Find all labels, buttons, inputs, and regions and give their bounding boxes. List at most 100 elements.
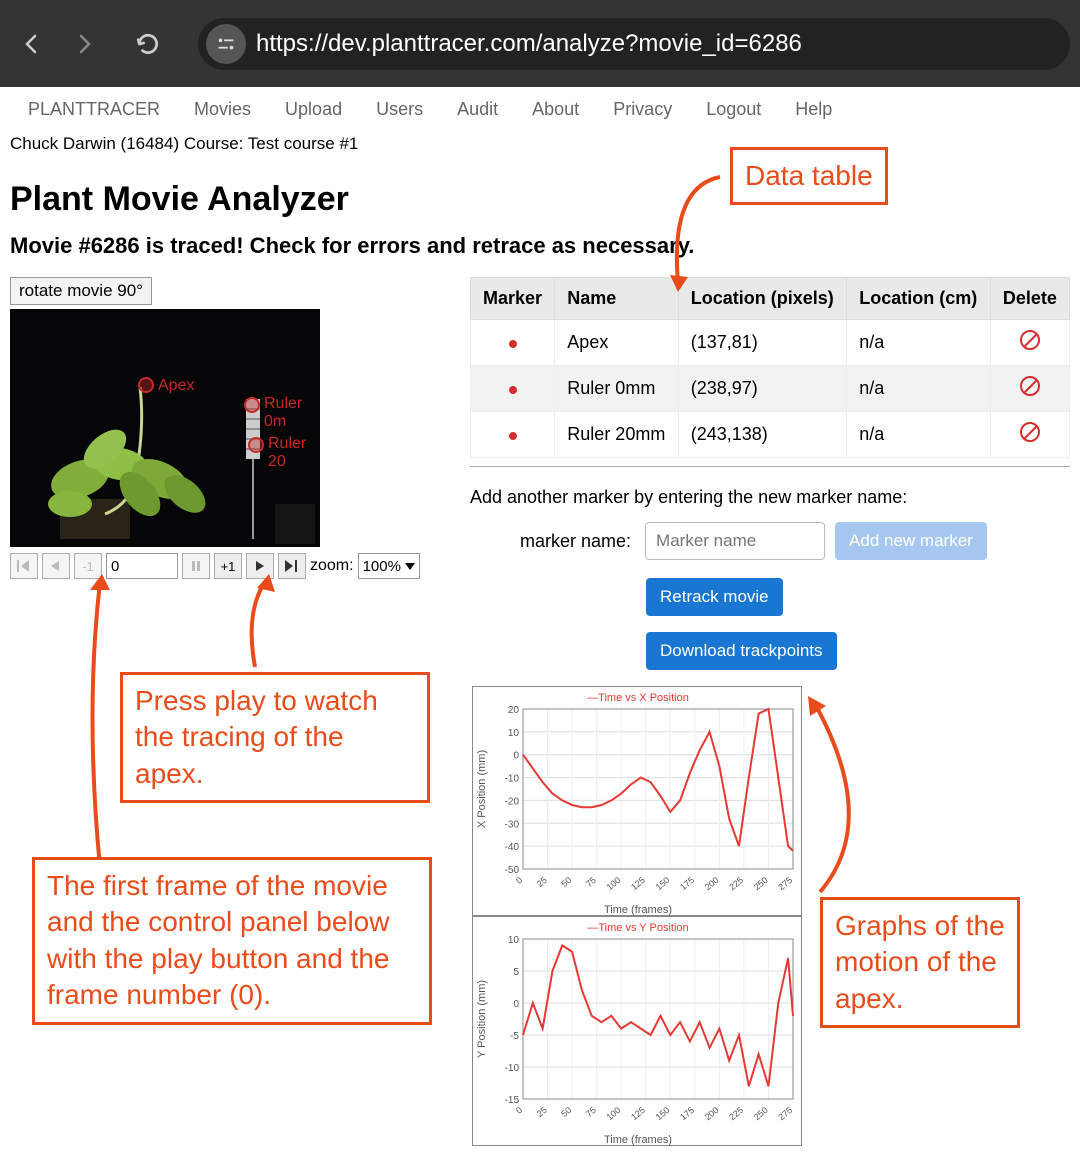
cell-name: Apex bbox=[555, 320, 678, 366]
svg-text:-30: -30 bbox=[505, 819, 520, 830]
nav-privacy[interactable]: Privacy bbox=[613, 99, 672, 120]
chart-x-position: -50-40-30-20-100102002550751001251501752… bbox=[472, 686, 802, 916]
goto-start-button[interactable] bbox=[10, 553, 38, 579]
annotation-play: Press play to watch the tracing of the a… bbox=[120, 672, 430, 803]
svg-text:X Position (mm): X Position (mm) bbox=[476, 750, 488, 828]
svg-text:25: 25 bbox=[535, 875, 549, 889]
svg-text:-10: -10 bbox=[505, 774, 520, 785]
chart-y-position: -15-10-505100255075100125150175200225250… bbox=[472, 916, 802, 1146]
url-text: https://dev.planttracer.com/analyze?movi… bbox=[256, 30, 802, 58]
page-title: Plant Movie Analyzer bbox=[10, 180, 1070, 219]
cell-location-px: (137,81) bbox=[678, 320, 847, 366]
svg-text:75: 75 bbox=[584, 875, 598, 889]
browser-refresh-button[interactable] bbox=[126, 22, 170, 66]
svg-text:100: 100 bbox=[605, 875, 623, 892]
table-row: Apex (137,81) n/a bbox=[471, 320, 1070, 366]
svg-text:25: 25 bbox=[535, 1105, 549, 1119]
svg-text:-40: -40 bbox=[505, 842, 520, 853]
svg-text:Time (frames): Time (frames) bbox=[604, 1134, 672, 1146]
cell-name: Ruler 20mm bbox=[555, 412, 678, 458]
retrack-movie-button[interactable]: Retrack movie bbox=[646, 578, 783, 616]
svg-text:75: 75 bbox=[584, 1105, 598, 1119]
nav-movies[interactable]: Movies bbox=[194, 99, 251, 120]
add-marker-button[interactable]: Add new marker bbox=[835, 522, 987, 560]
rotate-movie-button[interactable]: rotate movie 90° bbox=[10, 277, 152, 305]
delete-icon[interactable] bbox=[1020, 376, 1040, 396]
svg-text:125: 125 bbox=[629, 1105, 647, 1122]
nav-audit[interactable]: Audit bbox=[457, 99, 498, 120]
url-bar[interactable]: https://dev.planttracer.com/analyze?movi… bbox=[198, 18, 1070, 70]
table-row: Ruler 20mm (243,138) n/a bbox=[471, 412, 1070, 458]
zoom-label: zoom: bbox=[310, 557, 354, 575]
svg-text:250: 250 bbox=[752, 875, 770, 892]
cell-location-px: (243,138) bbox=[678, 412, 847, 458]
cell-location-cm: n/a bbox=[847, 412, 990, 458]
site-settings-icon[interactable] bbox=[206, 24, 246, 64]
svg-text:—Time vs X Position: —Time vs X Position bbox=[587, 692, 689, 704]
browser-back-button[interactable] bbox=[10, 22, 54, 66]
svg-text:-10: -10 bbox=[505, 1063, 520, 1074]
marker-ruler20[interactable] bbox=[248, 437, 264, 453]
annotation-data-table: Data table bbox=[730, 147, 888, 205]
nav-logout[interactable]: Logout bbox=[706, 99, 761, 120]
svg-text:100: 100 bbox=[605, 1105, 623, 1122]
th-marker: Marker bbox=[471, 278, 555, 320]
add-marker-text: Add another marker by entering the new m… bbox=[470, 487, 1070, 508]
marker-ruler0[interactable] bbox=[244, 397, 260, 413]
svg-text:10: 10 bbox=[508, 728, 520, 739]
th-loccm: Location (cm) bbox=[847, 278, 990, 320]
svg-text:5: 5 bbox=[513, 967, 519, 978]
nav-planttracer[interactable]: PLANTTRACER bbox=[28, 99, 160, 120]
svg-text:175: 175 bbox=[678, 1105, 696, 1122]
playback-controls: -1 +1 zoom: 100% bbox=[10, 553, 450, 579]
cell-location-cm: n/a bbox=[847, 366, 990, 412]
marker-ruler0-label: Ruler 0m bbox=[264, 395, 320, 431]
svg-text:200: 200 bbox=[703, 875, 721, 892]
svg-text:125: 125 bbox=[629, 875, 647, 892]
main-nav: PLANTTRACER Movies Upload Users Audit Ab… bbox=[0, 87, 1080, 132]
svg-text:0: 0 bbox=[514, 1105, 524, 1116]
nav-upload[interactable]: Upload bbox=[285, 99, 342, 120]
marker-name-input[interactable] bbox=[645, 522, 825, 560]
svg-text:200: 200 bbox=[703, 1105, 721, 1122]
browser-bar: https://dev.planttracer.com/analyze?movi… bbox=[0, 0, 1080, 87]
download-trackpoints-button[interactable]: Download trackpoints bbox=[646, 632, 837, 670]
user-info: Chuck Darwin (16484) Course: Test course… bbox=[0, 132, 1080, 156]
nav-users[interactable]: Users bbox=[376, 99, 423, 120]
svg-text:0: 0 bbox=[513, 751, 519, 762]
svg-text:250: 250 bbox=[752, 1105, 770, 1122]
svg-text:20: 20 bbox=[508, 705, 520, 716]
delete-icon[interactable] bbox=[1020, 330, 1040, 350]
svg-text:0: 0 bbox=[513, 999, 519, 1010]
marker-apex-label: Apex bbox=[158, 377, 194, 395]
arrow-play bbox=[235, 572, 295, 672]
divider bbox=[470, 466, 1070, 467]
annotation-graphs: Graphs of the motion of the apex. bbox=[820, 897, 1020, 1028]
svg-text:Time (frames): Time (frames) bbox=[604, 904, 672, 916]
arrow-data-table bbox=[630, 157, 730, 297]
svg-text:50: 50 bbox=[559, 875, 573, 889]
movie-frame[interactable]: Apex Ruler 0m Ruler 20 bbox=[10, 309, 320, 547]
svg-text:-20: -20 bbox=[505, 796, 520, 807]
svg-text:225: 225 bbox=[727, 875, 745, 892]
svg-text:225: 225 bbox=[727, 1105, 745, 1122]
nav-help[interactable]: Help bbox=[795, 99, 832, 120]
cell-location-cm: n/a bbox=[847, 320, 990, 366]
marker-apex[interactable] bbox=[138, 377, 154, 393]
marker-dot-icon bbox=[509, 340, 517, 348]
arrow-graphs bbox=[790, 692, 890, 902]
marker-ruler20-label: Ruler 20 bbox=[268, 435, 320, 471]
svg-text:150: 150 bbox=[654, 875, 672, 892]
svg-text:Y Position (mm): Y Position (mm) bbox=[476, 980, 488, 1058]
svg-text:-5: -5 bbox=[510, 1031, 519, 1042]
browser-forward-button[interactable] bbox=[62, 22, 106, 66]
pause-button[interactable] bbox=[182, 553, 210, 579]
table-row: Ruler 0mm (238,97) n/a bbox=[471, 366, 1070, 412]
svg-text:50: 50 bbox=[559, 1105, 573, 1119]
step-back-button[interactable] bbox=[42, 553, 70, 579]
svg-text:0: 0 bbox=[514, 875, 524, 886]
zoom-select[interactable]: 100% bbox=[358, 553, 420, 579]
delete-icon[interactable] bbox=[1020, 422, 1040, 442]
nav-about[interactable]: About bbox=[532, 99, 579, 120]
marker-table: Marker Name Location (pixels) Location (… bbox=[470, 277, 1070, 458]
